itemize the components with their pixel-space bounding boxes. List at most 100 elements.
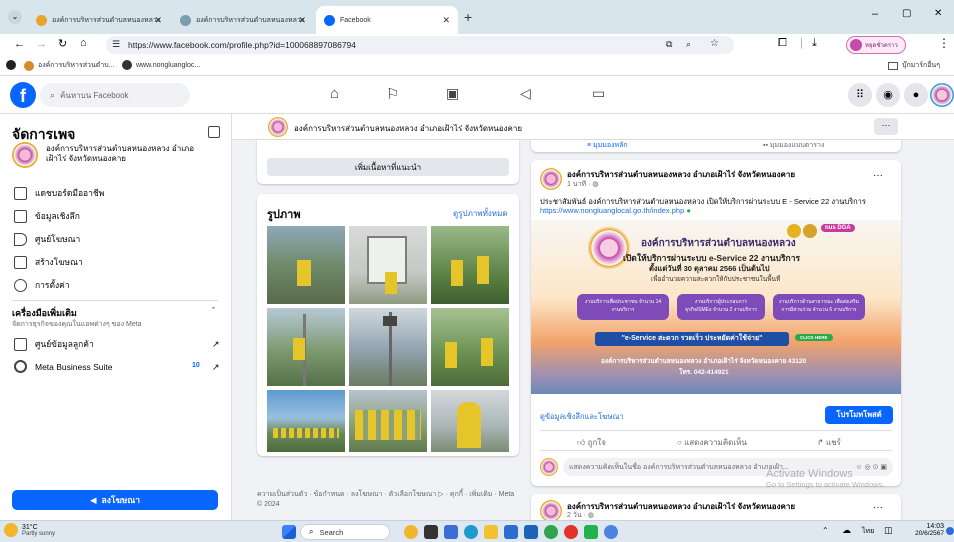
- tray-chevron-icon[interactable]: ⌃: [822, 526, 829, 535]
- post-avatar[interactable]: [540, 500, 562, 522]
- url-field[interactable]: ☰ https://www.facebook.com/profile.php?i…: [106, 36, 734, 54]
- github-icon[interactable]: [6, 60, 16, 70]
- store-icon[interactable]: [504, 525, 518, 539]
- photo-thumbnail[interactable]: [349, 308, 427, 386]
- photo-thumbnail[interactable]: [349, 226, 427, 304]
- notifications-icon[interactable]: ●: [904, 83, 928, 107]
- favorite-star-icon[interactable]: ☆: [710, 38, 719, 49]
- page-avatar[interactable]: [268, 117, 288, 137]
- mail-icon[interactable]: [524, 525, 538, 539]
- photo-thumbnail[interactable]: [267, 308, 345, 386]
- translate-icon[interactable]: ⧉: [666, 39, 672, 50]
- back-icon[interactable]: ←: [14, 38, 25, 50]
- close-window-icon[interactable]: ✕: [934, 8, 942, 19]
- new-tab-button[interactable]: +: [464, 9, 472, 25]
- flag-nav-icon[interactable]: ⚐: [386, 85, 399, 103]
- chrome-icon[interactable]: [544, 525, 558, 539]
- profile-button[interactable]: หยุดชั่วคราว: [846, 36, 906, 54]
- see-all-photos-link[interactable]: ดูรูปภาพทั้งหมด: [453, 207, 508, 220]
- notification-center-icon[interactable]: [946, 527, 954, 535]
- weather-widget[interactable]: 31°C Partly sunny: [4, 523, 55, 537]
- collapse-sidebar-icon[interactable]: [208, 126, 220, 138]
- volume-icon[interactable]: ◫: [884, 525, 893, 536]
- sidebar-item-settings[interactable]: การตั้งค่า: [14, 278, 70, 292]
- photo-thumbnail[interactable]: [267, 390, 345, 452]
- promote-button[interactable]: ◀ ลงโฆษณา: [12, 490, 218, 510]
- sidebar-item-meta-business-suite[interactable]: Meta Business Suite: [14, 360, 112, 373]
- post-avatar[interactable]: [540, 168, 562, 190]
- site-info-icon[interactable]: ☰: [112, 39, 120, 50]
- close-tab-icon[interactable]: ✕: [154, 15, 162, 26]
- start-icon[interactable]: [282, 525, 296, 539]
- video-nav-icon[interactable]: ▭: [592, 85, 605, 102]
- home-icon[interactable]: ⌂: [80, 37, 87, 49]
- reload-icon[interactable]: ↻: [58, 37, 67, 50]
- download-icon[interactable]: ⤓: [812, 37, 817, 50]
- add-featured-button[interactable]: เพิ่มเนื้อหาที่แนะนำ: [267, 158, 509, 176]
- photo-thumbnail[interactable]: [349, 390, 427, 452]
- other-bookmarks[interactable]: บุ๊กมาร์กอื่นๆ: [888, 60, 940, 71]
- sidebar-item-dashboard[interactable]: แดชบอร์ดมืออาชีพ: [14, 186, 104, 200]
- opera-icon[interactable]: [564, 525, 578, 539]
- page-name[interactable]: องค์การบริหารส่วนตำบลหนองหลวง อำเภอเฝ้าไ…: [46, 144, 196, 164]
- clock[interactable]: 14:03 20/6/2567: [906, 523, 944, 537]
- page-avatar[interactable]: [12, 142, 38, 168]
- photo-thumbnail[interactable]: [431, 226, 509, 304]
- menu-grid-icon[interactable]: ⠿: [848, 83, 872, 107]
- bookmark-item[interactable]: องค์การบริหารส่วนตำบ...: [24, 60, 114, 71]
- post-author[interactable]: องค์การบริหารส่วนตำบลหนองหลวง อำเภอเฝ้าไ…: [567, 500, 795, 513]
- sidebar-item-customer-center[interactable]: ศูนย์ข้อมูลลูกค้า: [14, 337, 94, 351]
- browser-tab-active[interactable]: Facebook ✕: [316, 6, 458, 34]
- chevron-up-icon[interactable]: ˆ: [212, 306, 215, 316]
- edge-icon[interactable]: [464, 525, 478, 539]
- tab-menu-button[interactable]: ⌄: [8, 10, 22, 24]
- footer-links[interactable]: ความเป็นส่วนตัว · ข้อกำหนด · ลงโฆษณา · ต…: [257, 490, 519, 510]
- minimize-icon[interactable]: –: [872, 8, 878, 20]
- insights-link[interactable]: ดูข้อมูลเชิงลึกและโฆษณา: [540, 411, 624, 423]
- browser-tab[interactable]: องค์การบริหารส่วนตำบลหนองหลวง ✕: [28, 6, 170, 34]
- post-more-icon[interactable]: ···: [873, 170, 883, 181]
- sidebar-item-insights[interactable]: ข้อมูลเชิงลึก: [14, 209, 80, 223]
- task-view-icon[interactable]: [424, 525, 438, 539]
- photo-thumbnail[interactable]: [431, 308, 509, 386]
- taskbar-search[interactable]: ⌕ Search: [300, 524, 390, 540]
- comment-button[interactable]: ○ แสดงความคิดเห็น: [677, 436, 747, 449]
- post-link[interactable]: https://www.nongluanglocal.go.th/index.p…: [540, 206, 691, 215]
- pages-nav-icon[interactable]: ▣: [446, 85, 459, 102]
- account-avatar[interactable]: [930, 83, 954, 107]
- browser-menu-icon[interactable]: ⋮: [938, 36, 950, 50]
- share-button[interactable]: ↱ แชร์: [817, 436, 841, 449]
- home-nav-icon[interactable]: ⌂: [330, 85, 339, 102]
- network-icon[interactable]: ☁: [842, 525, 851, 536]
- photo-thumbnail[interactable]: [267, 226, 345, 304]
- file-explorer-icon[interactable]: [484, 525, 498, 539]
- close-tab-icon[interactable]: ✕: [298, 15, 306, 26]
- photo-thumbnail[interactable]: [431, 390, 509, 452]
- boost-post-button[interactable]: โปรโมทโพสต์: [825, 406, 893, 424]
- language-icon[interactable]: ไทย: [862, 526, 874, 537]
- messenger-icon[interactable]: ◉: [876, 83, 900, 107]
- bookmark-item[interactable]: www.nongluangloc...: [122, 60, 200, 70]
- extensions-icon[interactable]: ⧠: [778, 37, 787, 50]
- like-button[interactable]: 👍︎ ถูกใจ: [577, 436, 606, 449]
- tab-grid-view[interactable]: ▪▪ มุมมองแบบตาราง: [763, 140, 824, 151]
- forward-icon[interactable]: →: [36, 38, 47, 50]
- maximize-icon[interactable]: ▢: [902, 8, 911, 19]
- close-tab-icon[interactable]: ✕: [442, 15, 450, 26]
- post-author[interactable]: องค์การบริหารส่วนตำบลหนองหลวง อำเภอเฝ้าไ…: [567, 168, 795, 181]
- post-banner-image[interactable]: nus DGA องค์การบริหารส่วนตำบลหนองหลวง เป…: [531, 220, 901, 394]
- facebook-logo-icon[interactable]: f: [10, 82, 36, 108]
- copilot-icon[interactable]: [404, 525, 418, 539]
- more-options-button[interactable]: ···: [874, 118, 898, 135]
- megaphone-nav-icon[interactable]: ◁: [520, 85, 531, 102]
- tab-main-view[interactable]: ≡ มุมมองหลัก: [587, 140, 628, 151]
- zoom-icon[interactable]: ⌕: [686, 39, 691, 50]
- line-icon[interactable]: [584, 525, 598, 539]
- chrome-profile-icon[interactable]: [604, 525, 618, 539]
- sidebar-item-ad-center[interactable]: ศูนย์โฆษณา: [14, 232, 80, 246]
- post-more-icon[interactable]: ···: [873, 502, 883, 513]
- sidebar-item-create-ad[interactable]: สร้างโฆษณา: [14, 255, 83, 269]
- search-input[interactable]: ⌕ ค้นหาบน Facebook: [40, 83, 190, 107]
- browser-tab[interactable]: องค์การบริหารส่วนตำบลหนองหลวง ✕: [172, 6, 314, 34]
- chat-icon[interactable]: [444, 525, 458, 539]
